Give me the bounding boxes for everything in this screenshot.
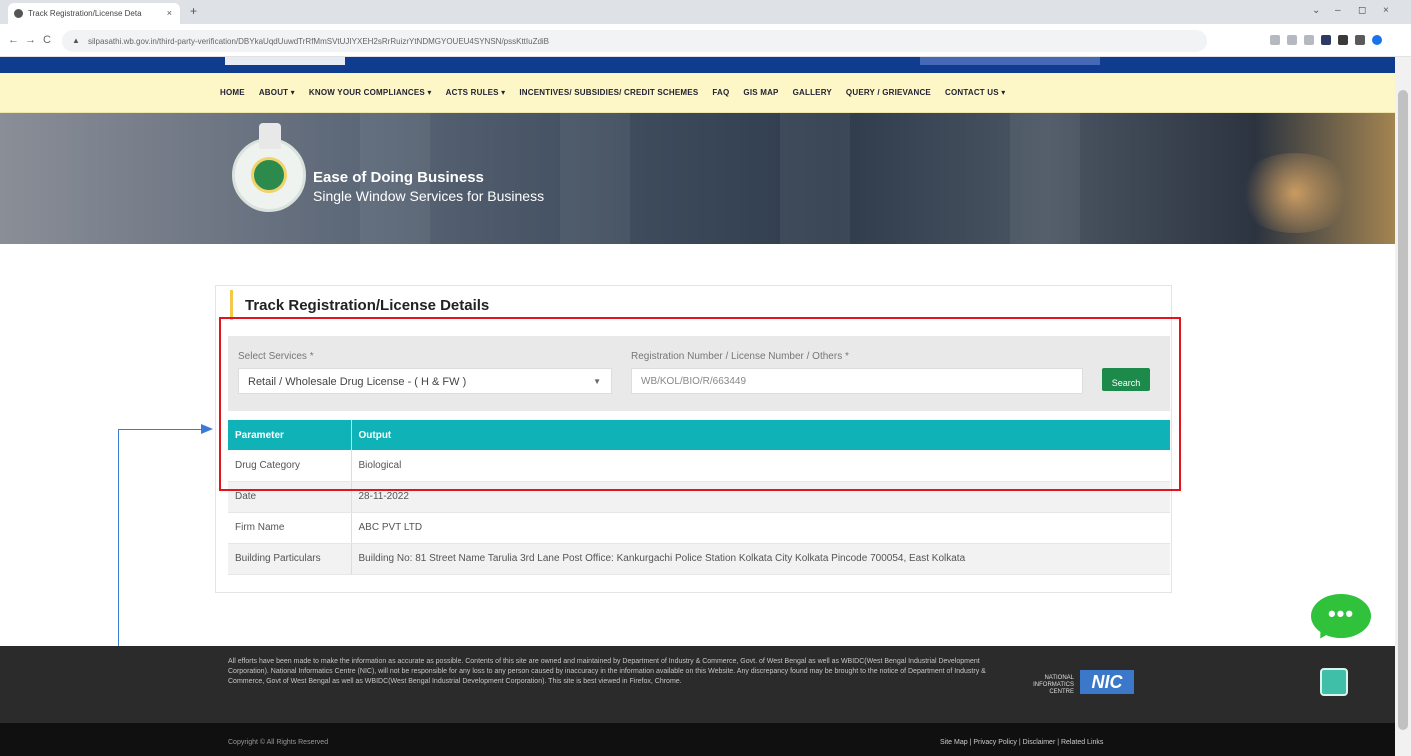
tab-title: Track Registration/License Deta xyxy=(28,9,142,18)
url-input[interactable]: ▲ silpasathi.wb.gov.in/third-party-verif… xyxy=(62,30,1207,52)
profile-avatar-icon[interactable] xyxy=(1372,35,1382,45)
back-button[interactable]: ← xyxy=(8,34,19,46)
share-icon[interactable] xyxy=(1287,35,1297,45)
logo-strip xyxy=(225,57,345,65)
banner-title: Ease of Doing Business xyxy=(313,169,484,186)
table-row: Firm Name ABC PVT LTD xyxy=(228,512,1170,544)
puzzle-icon[interactable] xyxy=(1338,35,1348,45)
footer-disclaimer: All efforts have been made to make the i… xyxy=(228,658,986,685)
nav-gis-map[interactable]: GIS MAP xyxy=(743,88,778,97)
hero-banner xyxy=(0,113,1395,244)
tab-search-icon[interactable]: ⌄ xyxy=(1312,5,1320,16)
sidebar-icon[interactable] xyxy=(1355,35,1365,45)
nav-about[interactable]: ABOUT ▾ xyxy=(259,88,295,97)
url-text: silpasathi.wb.gov.in/third-party-verific… xyxy=(88,37,550,46)
minimize-button[interactable]: – xyxy=(1335,5,1341,16)
nav-query-grievance[interactable]: QUERY / GRIEVANCE xyxy=(846,88,931,97)
column-header: Output xyxy=(351,420,1170,450)
footer-bottom-bar xyxy=(0,723,1395,756)
chat-dots-icon: ••• xyxy=(1327,601,1355,626)
parameter-cell: Firm Name xyxy=(228,512,352,544)
column-header: Parameter xyxy=(228,420,352,450)
service-select-value: Retail / Wholesale Drug License - ( H & … xyxy=(248,376,467,388)
nav-incentives[interactable]: INCENTIVES/ SUBSIDIES/ CREDIT SCHEMES xyxy=(519,88,698,97)
site-top-strip xyxy=(0,57,1395,73)
annotation-arrow-line xyxy=(118,429,202,430)
tab-close-icon[interactable]: × xyxy=(167,8,172,18)
chat-button[interactable]: ••• xyxy=(1311,594,1373,643)
copyright-text: Copyright © All Rights Reserved xyxy=(228,739,329,746)
parameter-cell: Drug Category xyxy=(228,450,352,482)
site-favicon-icon xyxy=(14,9,23,18)
table-row: Building Particulars Building No: 81 Str… xyxy=(228,543,1170,575)
reload-button[interactable]: C xyxy=(43,34,51,46)
parameter-cell: Building Particulars xyxy=(228,543,352,575)
output-cell: 28-11-2022 xyxy=(351,481,1170,513)
service-select[interactable]: Retail / Wholesale Drug License - ( H & … xyxy=(238,368,612,394)
extension-icon[interactable] xyxy=(1270,35,1280,45)
lock-icon: ▲ xyxy=(72,36,80,45)
forward-button[interactable]: → xyxy=(25,34,36,46)
new-tab-button[interactable]: + xyxy=(190,4,197,18)
browser-tab[interactable]: Track Registration/License Deta × xyxy=(8,3,180,24)
service-label: Select Services * xyxy=(238,351,314,362)
browser-tab-bar: Track Registration/License Deta × + ⌄ – … xyxy=(0,0,1411,24)
registration-number-input[interactable]: WB/KOL/BIO/R/663449 xyxy=(631,368,1083,394)
nic-logo-text: NATIONAL INFORMATICS CENTRE xyxy=(1033,675,1074,695)
table-row: Drug Category Biological xyxy=(228,450,1170,482)
footer-links[interactable]: Site Map | Privacy Policy | Disclaimer |… xyxy=(940,739,1103,746)
registration-label: Registration Number / License Number / O… xyxy=(631,351,849,362)
nic-logo-mark: NIC xyxy=(1080,670,1134,694)
nav-contact-us[interactable]: CONTACT US ▾ xyxy=(945,88,1006,97)
banner-subtitle: Single Window Services for Business xyxy=(313,188,545,204)
nav-acts-rules[interactable]: ACTS RULES ▾ xyxy=(446,88,506,97)
keyboard-icon[interactable] xyxy=(1320,668,1348,696)
nav-faq[interactable]: FAQ xyxy=(712,88,729,97)
main-nav: HOME ABOUT ▾ KNOW YOUR COMPLIANCES ▾ ACT… xyxy=(0,73,1395,113)
table-row: Date 28-11-2022 xyxy=(228,481,1170,513)
chevron-down-icon: ▼ xyxy=(593,377,601,386)
parameter-cell: Date xyxy=(228,481,352,513)
header-search-strip xyxy=(920,57,1100,65)
scrollbar-thumb[interactable] xyxy=(1398,90,1408,730)
nav-know-your-compliances[interactable]: KNOW YOUR COMPLIANCES ▾ xyxy=(309,88,432,97)
results-table: Parameter Output Drug Category Biologica… xyxy=(228,420,1170,575)
state-emblem-icon xyxy=(232,123,306,212)
nav-home[interactable]: HOME xyxy=(220,88,245,97)
arrow-right-icon xyxy=(201,424,213,434)
nav-gallery[interactable]: GALLERY xyxy=(793,88,832,97)
output-cell: Building No: 81 Street Name Tarulia 3rd … xyxy=(351,543,1170,575)
maximize-button[interactable]: ◻ xyxy=(1358,5,1366,16)
address-bar-row: ← → C ▲ silpasathi.wb.gov.in/third-party… xyxy=(0,24,1411,57)
search-button[interactable]: Search xyxy=(1102,368,1150,391)
nic-logo: NATIONAL INFORMATICS CENTRE NIC xyxy=(1030,668,1160,698)
close-window-button[interactable]: × xyxy=(1383,5,1389,16)
output-cell: Biological xyxy=(351,450,1170,482)
bookmark-star-icon[interactable] xyxy=(1304,35,1314,45)
output-cell: ABC PVT LTD xyxy=(351,512,1170,544)
table-header-row: Parameter Output xyxy=(228,420,1170,450)
page-title: Track Registration/License Details xyxy=(230,290,489,320)
extension-icon[interactable] xyxy=(1321,35,1331,45)
